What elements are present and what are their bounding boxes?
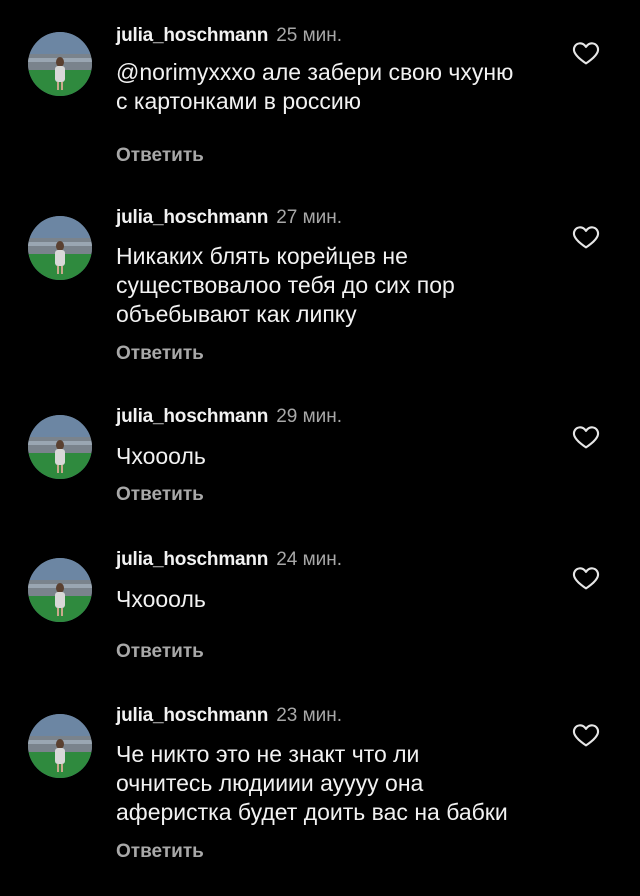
comment-text-line: аферистка будет доить вас на бабки [116,799,508,825]
comment-text-line: очнитесь людииии ауууу она [116,770,424,796]
comment-text: @norimyxxxo але забери свою чхуню с карт… [116,58,576,116]
avatar-image [28,558,92,622]
avatar[interactable] [28,558,92,622]
like-button[interactable] [571,563,601,593]
timestamp: 29 мин. [276,406,343,427]
comment-text-line: Чхоооль [116,586,206,612]
comment-meta: julia_hoschmann 29 мин. [116,405,342,429]
avatar[interactable] [28,714,92,778]
avatar-image [28,415,92,479]
reply-button[interactable]: Ответить [116,640,204,664]
avatar-image [28,714,92,778]
comment-text-line: Чхоооль [116,443,206,469]
avatar[interactable] [28,415,92,479]
heart-outline-icon [572,42,600,65]
comment-text-line: Че никто это не знакт что ли [116,741,420,767]
reply-button[interactable]: Ответить [116,483,204,507]
like-button[interactable] [571,38,601,68]
reply-button[interactable]: Ответить [116,342,204,366]
username[interactable]: julia_hoschmann [116,25,268,46]
comment-text: Чхоооль [116,442,576,471]
comment-meta: julia_hoschmann 27 мин. [116,206,342,230]
timestamp: 23 мин. [276,705,343,726]
comment-text-line: @norimyxxxo але забери свою чхуню [116,59,514,85]
comment-meta: julia_hoschmann 24 мин. [116,548,342,572]
username[interactable]: julia_hoschmann [116,705,268,726]
comment-text: Че никто это не знакт что ли очнитесь лю… [116,740,576,827]
username[interactable]: julia_hoschmann [116,549,268,570]
like-button[interactable] [571,720,601,750]
comment-text-line: Никаких блять корейцев не [116,243,408,269]
username[interactable]: julia_hoschmann [116,406,268,427]
avatar[interactable] [28,216,92,280]
heart-outline-icon [572,567,600,590]
comment-text-line: с картонками в россию [116,88,362,114]
comment-text-line: объебывают как липку [116,301,357,327]
comment-meta: julia_hoschmann 25 мин. [116,24,342,48]
avatar[interactable] [28,32,92,96]
comment-text: Чхоооль [116,585,576,614]
heart-outline-icon [572,426,600,449]
timestamp: 25 мин. [276,25,343,46]
heart-outline-icon [572,724,600,747]
username[interactable]: julia_hoschmann [116,207,268,228]
comment-text: Никаких блять корейцев не существовалоо … [116,242,576,329]
like-button[interactable] [571,222,601,252]
comment-meta: julia_hoschmann 23 мин. [116,704,342,728]
comment-text-line: существовалоо тебя до сих пор [116,272,455,298]
avatar-image [28,32,92,96]
like-button[interactable] [571,422,601,452]
timestamp: 27 мин. [276,207,343,228]
timestamp: 24 мин. [276,549,343,570]
reply-button[interactable]: Ответить [116,144,204,168]
heart-outline-icon [572,226,600,249]
avatar-image [28,216,92,280]
reply-button[interactable]: Ответить [116,840,204,864]
